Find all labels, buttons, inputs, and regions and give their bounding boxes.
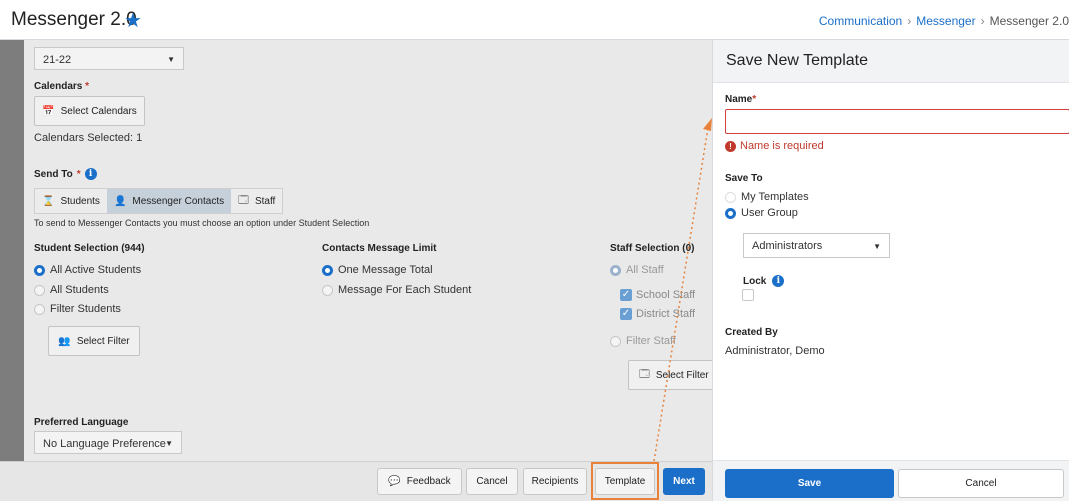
staff-icon: 🗔 [238,194,249,206]
radio-all-staff[interactable]: All Staff [610,264,664,276]
panel-footer: Save Cancel [713,460,1069,501]
lock-label: Lock i [743,275,785,287]
name-label: Name* [725,94,757,105]
info-icon[interactable]: i [84,168,97,180]
feedback-button[interactable]: 💬 Feedback [377,468,462,495]
breadcrumb-separator-icon: › [980,14,985,28]
app-header: Messenger 2.0 ★ Communication › Messenger ›… [0,0,1069,40]
template-button-highlight [591,462,659,500]
send-to-staff[interactable]: 🗔 Staff [231,189,282,213]
breadcrumb-current: Messenger 2.0 [989,14,1069,28]
chevron-down-icon: ▼ [165,439,173,448]
name-error: ! Name is required [725,140,824,152]
favorite-star-icon[interactable]: ★ [124,8,142,33]
created-by-label: Created By [725,327,778,338]
send-to-students[interactable]: ⌛ Students [35,189,107,213]
school-year-select[interactable]: 21-22 ▼ [34,47,184,70]
students-icon: ⌛ [42,195,55,207]
select-filter-button[interactable]: 👥 Select Filter [48,326,140,356]
filter-user-icon: 👥 [58,335,71,347]
checkbox-district-staff[interactable]: ✓ District Staff [620,308,695,320]
radio-filter-students[interactable]: Filter Students [34,303,121,315]
next-button[interactable]: Next [663,468,705,495]
checkbox-school-staff[interactable]: ✓ School Staff [620,289,695,301]
radio-message-for-each-student[interactable]: Message For Each Student [322,284,471,296]
breadcrumb-communication[interactable]: Communication [819,14,902,28]
radio-one-message-total[interactable]: One Message Total [322,264,433,276]
user-group-select[interactable]: Administrators ▼ [743,233,890,258]
cancel-button[interactable]: Cancel [466,468,518,495]
send-to-toggle: ⌛ Students 👤 Messenger Contacts 🗔 Staff [34,188,284,214]
panel-header: Save New Template [713,40,1069,83]
select-calendars-button[interactable]: 📅 Select Calendars [34,96,145,126]
lock-checkbox[interactable] [742,289,754,301]
breadcrumb-separator-icon: › [907,14,912,28]
chevron-down-icon: ▼ [167,55,175,64]
save-template-panel: Save New Template Name* ! Name is requir… [712,40,1069,501]
send-to-messenger-contacts[interactable]: 👤 Messenger Contacts [106,189,232,213]
save-to-label: Save To [725,173,763,184]
staff-selection-header: Staff Selection (0) [610,243,695,254]
radio-all-active-students[interactable]: All Active Students [34,264,141,276]
preferred-language-label: Preferred Language [34,417,129,428]
calendars-label: Calendars * [34,81,90,92]
calendars-selected-text: Calendars Selected: 1 [34,132,143,144]
breadcrumb: Communication › Messenger › Messenger 2.0 [819,14,1069,28]
recipients-button[interactable]: Recipients [523,468,587,495]
save-button[interactable]: Save [725,469,894,498]
info-icon[interactable]: i [772,275,785,287]
contacts-limit-header: Contacts Message Limit [322,243,437,254]
page-title: Messenger 2.0 [11,9,137,30]
messenger-form: 21-22 ▼ Calendars * 📅 Select Calendars C… [24,40,712,461]
radio-all-students[interactable]: All Students [34,284,109,296]
created-by-value: Administrator, Demo [725,345,825,357]
chevron-down-icon: ▼ [873,242,881,251]
messenger-form-area: 21-22 ▼ Calendars * 📅 Select Calendars C… [0,40,712,501]
radio-filter-staff[interactable]: Filter Staff [610,335,676,347]
radio-my-templates[interactable]: My Templates [725,191,809,203]
radio-user-group[interactable]: User Group [725,207,798,219]
chat-bubble-icon: 💬 [388,476,401,487]
breadcrumb-messenger[interactable]: Messenger [916,14,975,28]
person-icon: 👤 [113,195,127,207]
calendar-icon: 📅 [42,105,55,117]
panel-cancel-button[interactable]: Cancel [898,469,1064,498]
error-icon: ! [725,140,736,152]
send-to-label: Send To * i [34,168,97,180]
template-name-input[interactable] [725,109,1069,134]
student-selection-header: Student Selection (944) [34,243,145,254]
school-year-value: 21-22 [43,54,72,66]
preferred-language-select[interactable]: No Language Preference ▼ [34,431,182,454]
send-to-hint: To send to Messenger Contacts you must c… [34,218,370,228]
panel-title: Save New Template [726,52,868,69]
staff-select-filter-button[interactable]: 🗔 Select Filter [628,360,712,390]
staff-filter-icon: 🗔 [639,368,650,380]
